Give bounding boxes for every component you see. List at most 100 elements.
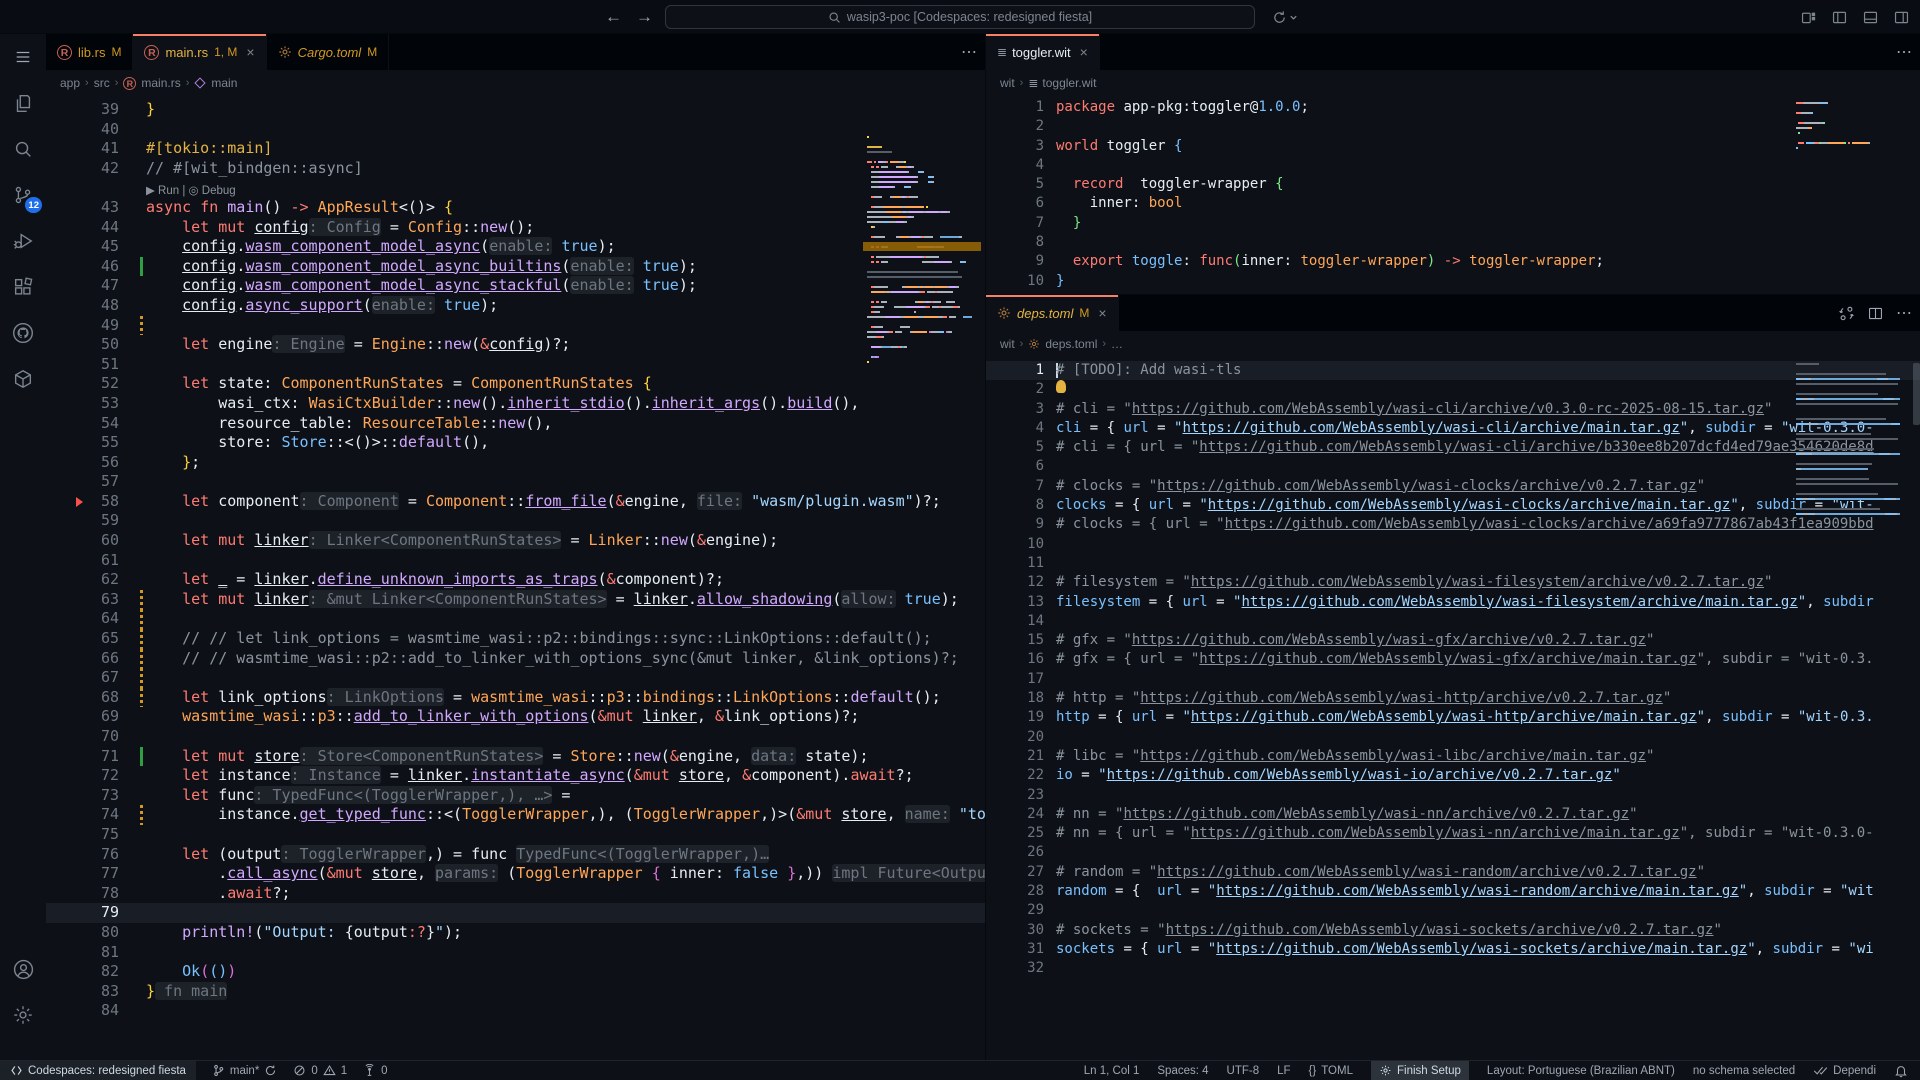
code-line: 41#[tokio::main] — [46, 139, 985, 159]
branch-label: main* — [230, 1065, 259, 1077]
code-line: 1# [TODO]: Add wasi-tls — [986, 361, 1920, 380]
code-line: 12# filesystem = "https://github.com/Web… — [986, 573, 1920, 592]
sync-icon[interactable] — [264, 1064, 277, 1077]
close-icon[interactable]: × — [246, 44, 254, 60]
indentation[interactable]: Spaces: 4 — [1157, 1061, 1208, 1080]
code-line: 56 }; — [46, 453, 985, 473]
close-icon[interactable]: × — [1098, 305, 1106, 321]
eol-sequence[interactable]: LF — [1277, 1061, 1290, 1080]
codelens-link[interactable]: ◎ Debug — [189, 185, 236, 197]
tab-cargo-toml[interactable]: Cargo.toml M — [267, 34, 390, 70]
code-line: 61 — [46, 551, 985, 571]
breadcrumb-item[interactable]: wit — [1000, 337, 1015, 351]
customize-layout-icon[interactable] — [1800, 9, 1817, 26]
problems-indicator[interactable]: 0 1 — [293, 1061, 347, 1080]
container-box-icon — [12, 368, 34, 390]
notifications-bell-icon[interactable] — [1894, 1064, 1908, 1078]
toggle-secondary-sidebar-icon[interactable] — [1893, 9, 1910, 26]
editor-actions-more-icon[interactable]: ⋯ — [1896, 303, 1912, 323]
code-line: 79 — [46, 903, 985, 923]
codelens-link[interactable]: ▶ Run — [146, 185, 179, 197]
breadcrumb-item[interactable]: … — [1111, 337, 1123, 351]
editor-actions-more-icon[interactable]: ⋯ — [961, 42, 977, 62]
tab-main-rs[interactable]: R main.rs 1, M × — [133, 34, 266, 70]
schema-indicator[interactable]: no schema selected — [1693, 1061, 1795, 1080]
finish-setup-button[interactable]: Finish Setup — [1371, 1061, 1469, 1080]
breadcrumb-item[interactable]: main — [211, 76, 237, 90]
breadcrumb-item[interactable]: app — [60, 76, 80, 90]
branch-indicator[interactable]: main* — [212, 1061, 277, 1080]
menu-button[interactable] — [0, 34, 46, 80]
sidebar-item-explorer[interactable] — [0, 80, 46, 126]
code-line: 78 .await?; — [46, 884, 985, 904]
code-line: 16# gfx = { url = "https://github.com/We… — [986, 650, 1920, 669]
code-line: 11 — [986, 554, 1920, 573]
code-line: 26 — [986, 843, 1920, 862]
code-line: 3# cli = "https://github.com/WebAssembly… — [986, 400, 1920, 419]
gutter-modified-marker — [140, 629, 143, 649]
keyboard-layout[interactable]: Layout: Portuguese (Brazilian ABNT) — [1487, 1061, 1675, 1080]
code-line: 10} — [986, 272, 1920, 291]
ports-indicator[interactable]: 0 — [363, 1061, 387, 1080]
code-editor-main-rs[interactable]: 39}40 41#[tokio::main]42// #[wit_bindgen… — [46, 96, 985, 1056]
sidebar-item-github[interactable] — [0, 310, 46, 356]
encoding[interactable]: UTF-8 — [1227, 1061, 1260, 1080]
scrollbar[interactable] — [1913, 363, 1920, 425]
finish-setup-label: Finish Setup — [1397, 1065, 1461, 1077]
codelens[interactable]: ▶ Run | ◎ Debug — [46, 178, 985, 198]
lightbulb-icon[interactable] — [1056, 380, 1066, 393]
sidebar-item-run-debug[interactable] — [0, 218, 46, 264]
modified-badge: M — [1079, 306, 1089, 320]
sidebar-item-source-control[interactable]: 12 — [0, 172, 46, 218]
code-line: 31sockets = { url = "https://github.com/… — [986, 940, 1920, 959]
nav-forward-icon[interactable]: → — [636, 7, 653, 27]
remote-indicator[interactable]: Codespaces: redesigned fiesta — [0, 1061, 196, 1080]
command-center-search[interactable]: wasip3-poc [Codespaces: redesigned fiest… — [665, 5, 1255, 29]
code-line: 64 — [46, 609, 985, 629]
braces-icon: {} — [1309, 1065, 1317, 1077]
breadcrumb-item[interactable]: toggler.wit — [1042, 76, 1096, 90]
code-line: 43async fn main() -> AppResult<()> { — [46, 198, 985, 218]
code-line: 29 — [986, 901, 1920, 920]
sidebar-item-remote-explorer[interactable] — [0, 356, 46, 402]
cursor-position[interactable]: Ln 1, Col 1 — [1084, 1061, 1140, 1080]
split-editor-icon[interactable] — [1867, 305, 1884, 322]
account-button[interactable] — [0, 946, 46, 992]
code-editor-toggler-wit[interactable]: 1package app-pkg:toggler@1.0.0;2 3world … — [986, 96, 1920, 295]
gear-icon — [12, 1004, 34, 1026]
toggle-sidebar-icon[interactable] — [1831, 9, 1848, 26]
rust-icon: R — [57, 45, 72, 60]
close-icon[interactable]: × — [1080, 44, 1088, 60]
settings-button[interactable] — [0, 992, 46, 1038]
breadcrumb-item[interactable]: src — [94, 76, 110, 90]
editor-group-wit: ≣ toggler.wit × ⋯ wit› ≣ toggler.wit 1pa… — [986, 34, 1920, 295]
code-line: 24# nn = "https://github.com/WebAssembly… — [986, 805, 1920, 824]
minimap[interactable] — [867, 136, 979, 636]
codespaces-sync-icon[interactable] — [1272, 0, 1298, 34]
account-icon — [12, 958, 35, 981]
breadcrumb-item[interactable]: wit — [1000, 76, 1015, 90]
breadcrumb-item[interactable]: main.rs — [141, 76, 180, 90]
dependi-indicator[interactable]: Dependi — [1813, 1061, 1876, 1080]
code-editor-deps-toml[interactable]: 1# [TODO]: Add wasi-tls23# cli = "https:… — [986, 357, 1920, 1060]
tab-lib-rs[interactable]: R lib.rs M — [46, 34, 133, 70]
modified-badge: M — [367, 45, 377, 59]
language-mode[interactable]: {} TOML — [1309, 1061, 1353, 1080]
sidebar-item-search[interactable] — [0, 126, 46, 172]
code-line: 50 let engine: Engine = Engine::new(&con… — [46, 335, 985, 355]
minimap[interactable] — [1796, 363, 1916, 523]
open-changes-icon[interactable] — [1838, 305, 1855, 322]
scm-badge: 12 — [25, 197, 42, 213]
radio-tower-icon — [363, 1064, 376, 1077]
breadcrumb-item[interactable]: deps.toml — [1045, 337, 1097, 351]
code-line: 32 — [986, 959, 1920, 978]
tab-deps-toml[interactable]: deps.toml M × — [986, 295, 1119, 331]
sidebar-item-extensions[interactable] — [0, 264, 46, 310]
tab-label: toggler.wit — [1012, 45, 1071, 60]
tab-toggler-wit[interactable]: ≣ toggler.wit × — [986, 34, 1100, 70]
editor-actions-more-icon[interactable]: ⋯ — [1896, 42, 1912, 62]
toggle-panel-icon[interactable] — [1862, 9, 1879, 26]
code-line: 52 let state: ComponentRunStates = Compo… — [46, 374, 985, 394]
nav-back-icon[interactable]: ← — [605, 7, 622, 27]
minimap[interactable] — [1796, 102, 1916, 152]
